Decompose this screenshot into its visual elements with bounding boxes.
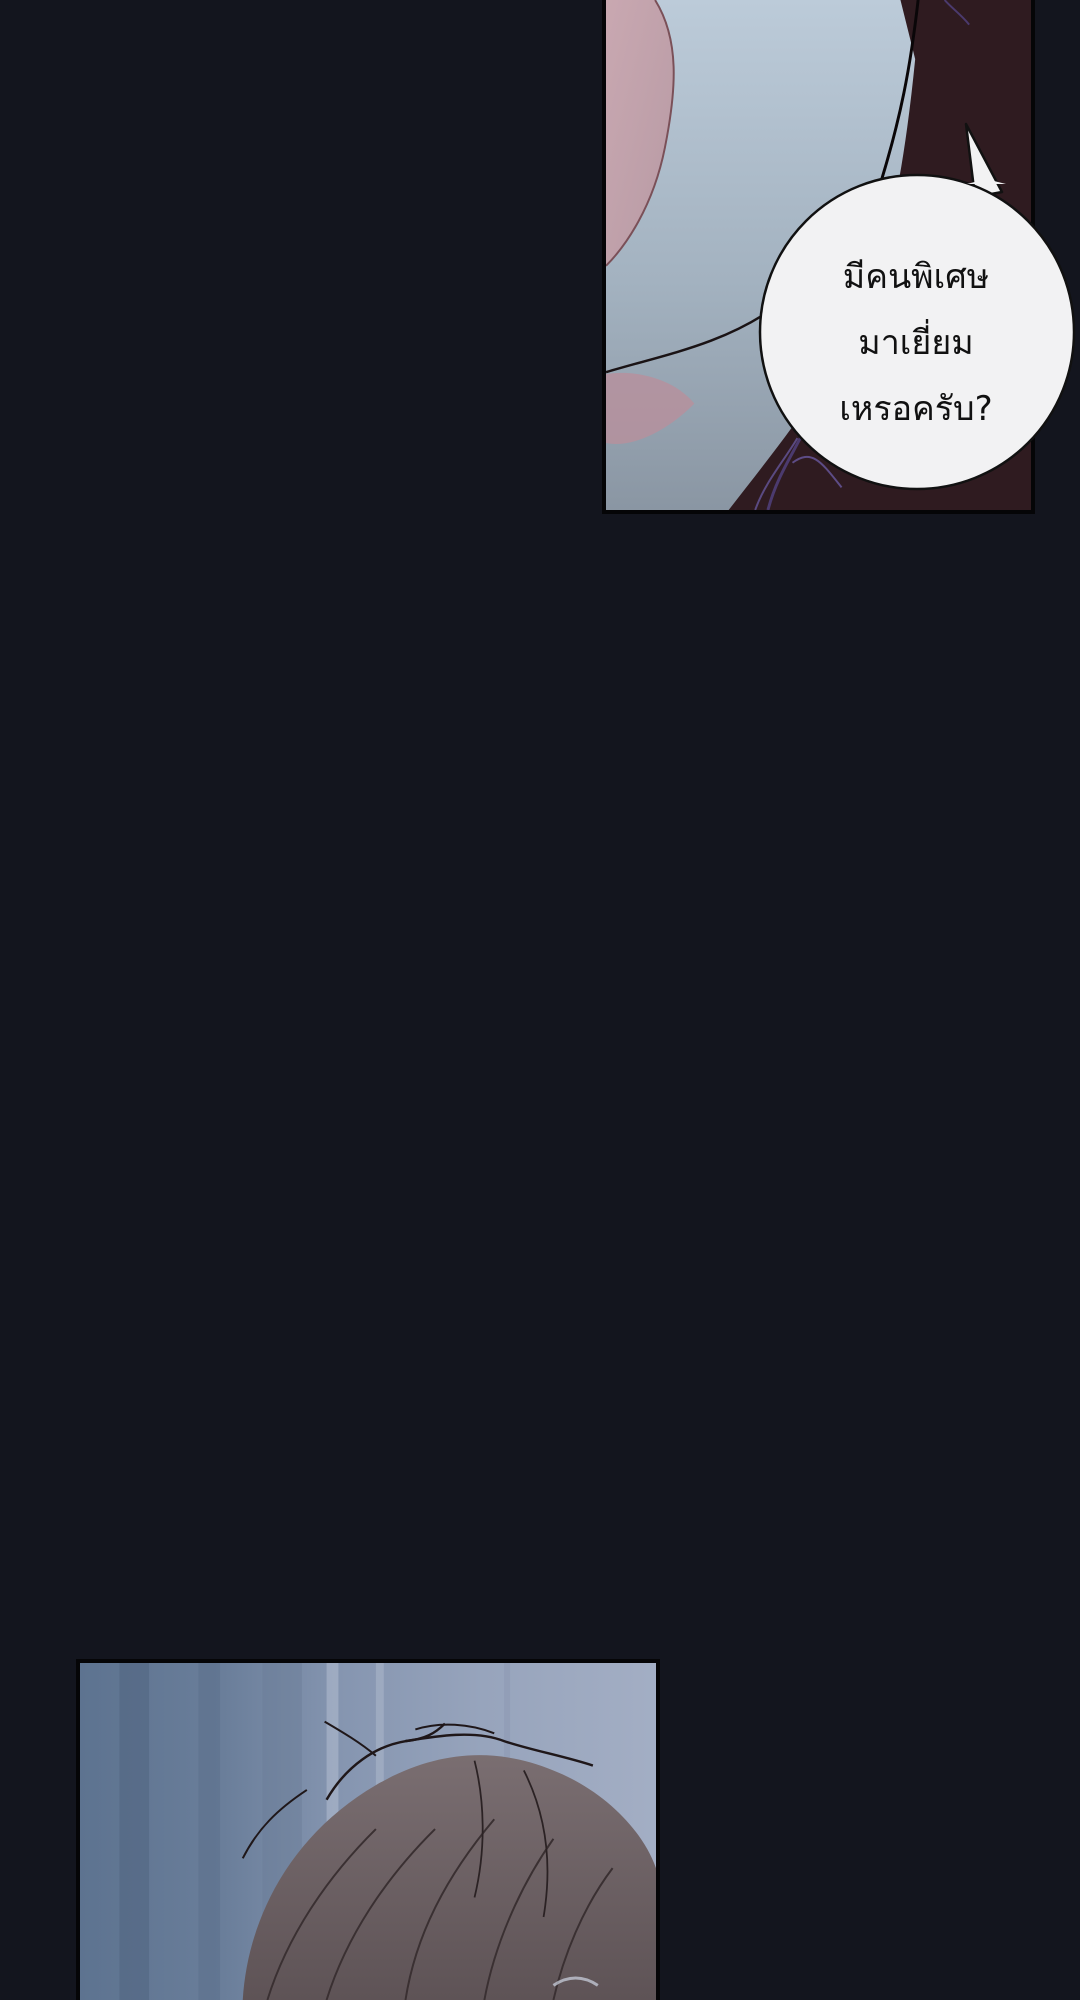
comic-panel-bottom bbox=[76, 1659, 660, 2000]
dialogue-line-2: มาเยี่ยม bbox=[858, 323, 974, 363]
curtain-fold-1 bbox=[119, 1663, 150, 2000]
dialogue-line-1: มีคนพิเศษ bbox=[842, 257, 990, 297]
curtain-fold-2 bbox=[198, 1663, 221, 2000]
panel-bottom-artwork bbox=[80, 1663, 656, 2000]
speech-bubble: มีคนพิเศษ มาเยี่ยม เหรอครับ? bbox=[758, 122, 1076, 492]
dialogue-line-3: เหรอครับ? bbox=[839, 389, 993, 429]
speech-bubble-text: มีคนพิเศษ มาเยี่ยม เหรอครับ? bbox=[778, 244, 1054, 442]
